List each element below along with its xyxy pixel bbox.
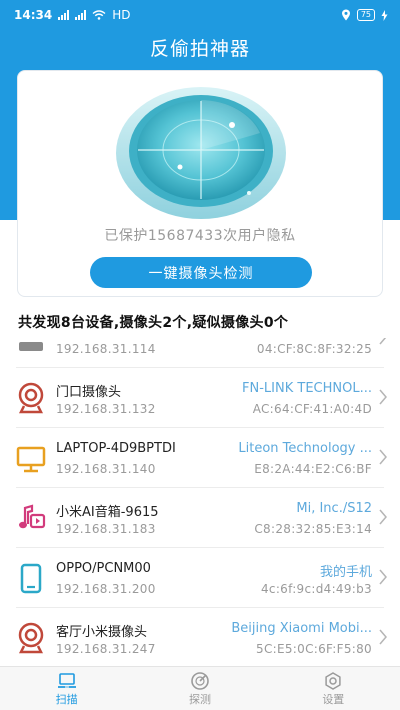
chevron-right-icon bbox=[379, 449, 387, 465]
device-vendor: FN-LINK TECHNOL... bbox=[242, 381, 372, 396]
chevron-right-icon bbox=[379, 569, 387, 585]
device-ip: 192.168.31.200 bbox=[56, 582, 156, 596]
device-name: OPPO/PCNM00 bbox=[56, 561, 151, 576]
nav-label-settings: 设置 bbox=[322, 693, 345, 706]
device-vendor: 我的手机 bbox=[319, 565, 372, 580]
device-mac: 4c:6f:9c:d4:49:b3 bbox=[261, 582, 372, 596]
device-ip: 192.168.31.132 bbox=[56, 402, 156, 416]
device-mac: E8:2A:44:E2:C6:BF bbox=[254, 462, 372, 476]
monitor-icon bbox=[16, 446, 46, 473]
signal-icon-2 bbox=[75, 10, 87, 20]
device-name: 小米AI音箱-9615 bbox=[56, 505, 159, 520]
device-list: 192.168.31.114 04:CF:8C:8F:32:25 门口摄像头 1… bbox=[0, 338, 400, 665]
chevron-right-icon bbox=[379, 629, 387, 645]
nav-tab-scan[interactable]: 扫描 bbox=[0, 667, 133, 710]
gear-icon bbox=[325, 672, 341, 690]
device-mac: C8:28:32:85:E3:14 bbox=[254, 522, 372, 536]
detect-camera-button[interactable]: 一键摄像头检测 bbox=[90, 257, 312, 288]
phone-icon bbox=[20, 563, 42, 594]
signal-icon bbox=[58, 10, 70, 20]
device-vendor: Beijing Xiaomi Mobi... bbox=[231, 621, 372, 636]
location-icon bbox=[341, 9, 350, 21]
device-row[interactable]: 小米AI音箱-9615 192.168.31.183 Mi, Inc./S12 … bbox=[0, 488, 400, 548]
wifi-icon bbox=[92, 10, 106, 20]
device-ip: 192.168.31.183 bbox=[56, 522, 156, 536]
device-name: 客厅小米摄像头 bbox=[56, 625, 148, 640]
device-mac: 04:CF:8C:8F:32:25 bbox=[256, 342, 372, 356]
laptop-icon bbox=[57, 673, 76, 688]
scan-summary: 共发现8台设备,摄像头2个,疑似摄像头0个 bbox=[18, 315, 289, 331]
device-mac: 5C:E5:0C:6F:F5:80 bbox=[256, 642, 372, 656]
webcam-icon bbox=[18, 622, 44, 654]
device-row[interactable]: OPPO/PCNM00 192.168.31.200 我的手机 4c:6f:9c… bbox=[0, 548, 400, 608]
device-vendor: Mi, Inc./S12 bbox=[296, 501, 372, 516]
device-name: LAPTOP-4D9BPTDI bbox=[56, 441, 176, 456]
scan-card: 已保护15687433次用户隐私 一键摄像头检测 bbox=[17, 70, 383, 297]
router-icon bbox=[19, 342, 43, 351]
nav-label-probe: 探测 bbox=[188, 693, 211, 706]
device-row[interactable]: LAPTOP-4D9BPTDI 192.168.31.140 Liteon Te… bbox=[0, 428, 400, 488]
music-icon bbox=[19, 504, 46, 529]
app-title: 反偷拍神器 bbox=[149, 38, 250, 60]
chevron-right-icon bbox=[379, 338, 387, 345]
webcam-icon bbox=[18, 382, 44, 414]
device-ip: 192.168.31.140 bbox=[56, 462, 156, 476]
network-type: HD bbox=[112, 8, 131, 22]
nav-tab-probe[interactable]: 探测 bbox=[133, 667, 266, 710]
chevron-right-icon bbox=[379, 389, 387, 405]
protect-count-text: 已保护15687433次用户隐私 bbox=[104, 228, 296, 244]
device-row[interactable]: 192.168.31.114 04:CF:8C:8F:32:25 bbox=[0, 338, 400, 368]
device-row[interactable]: 客厅小米摄像头 192.168.31.247 Beijing Xiaomi Mo… bbox=[0, 608, 400, 665]
device-row[interactable]: 门口摄像头 192.168.31.132 FN-LINK TECHNOL... … bbox=[0, 368, 400, 428]
radar-scan-icon bbox=[191, 672, 209, 690]
status-time: 14:34 bbox=[14, 8, 53, 22]
chevron-right-icon bbox=[379, 509, 387, 525]
radar-icon bbox=[116, 87, 286, 219]
device-ip: 192.168.31.114 bbox=[56, 342, 156, 356]
charging-icon bbox=[381, 9, 388, 21]
device-mac: AC:64:CF:41:A0:4D bbox=[252, 402, 372, 416]
bottom-nav: 扫描 探测 设置 bbox=[0, 666, 400, 710]
device-name: 门口摄像头 bbox=[56, 385, 122, 400]
battery-indicator: 75 bbox=[356, 9, 375, 21]
device-ip: 192.168.31.247 bbox=[56, 642, 156, 656]
device-vendor: Liteon Technology ... bbox=[238, 441, 372, 456]
status-bar: 14:34 HD 75 bbox=[0, 0, 400, 30]
nav-label-scan: 扫描 bbox=[55, 693, 78, 706]
nav-tab-settings[interactable]: 设置 bbox=[267, 667, 400, 710]
